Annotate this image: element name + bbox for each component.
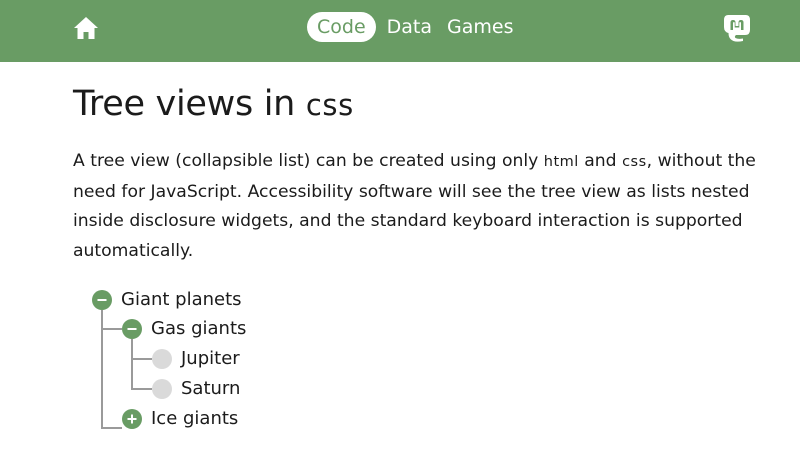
plus-icon <box>127 414 137 424</box>
page-title-text: Tree views in <box>73 84 306 124</box>
tree-label-ice-giants[interactable]: Ice giants <box>151 407 238 431</box>
nav-item-data[interactable]: Data <box>377 12 436 42</box>
tree-toggle-giant-planets[interactable] <box>92 290 112 310</box>
tree-line-gas-vertical <box>131 339 133 389</box>
intro-html-abbr: html <box>543 154 579 170</box>
home-link[interactable] <box>72 14 100 42</box>
tree-label-jupiter: Jupiter <box>181 348 240 369</box>
nav-item-code[interactable]: Code <box>307 12 376 42</box>
minus-icon <box>127 328 137 330</box>
page-title-css-smallcaps: css <box>305 88 354 122</box>
tree-label-gas-giants[interactable]: Gas giants <box>151 317 246 341</box>
page-title: Tree views in css <box>73 84 354 124</box>
mastodon-icon <box>724 15 750 42</box>
tree-label-saturn: Saturn <box>181 378 241 399</box>
nav-item-games[interactable]: Games <box>437 12 523 42</box>
main-nav: Code Data Games <box>307 12 524 42</box>
tree-toggle-ice-giants[interactable] <box>122 409 142 429</box>
intro-text-2: and <box>578 151 623 171</box>
top-nav-bar: Code Data Games <box>0 0 800 62</box>
intro-text-1: A tree view (collapsible list) can be cr… <box>73 151 544 171</box>
tree-line-ice-horizontal <box>101 427 122 429</box>
intro-paragraph: A tree view (collapsible list) can be cr… <box>73 147 763 266</box>
tree-line-gas-horizontal <box>101 328 122 330</box>
minus-icon <box>97 299 107 301</box>
mastodon-link[interactable] <box>722 12 752 42</box>
tree-leaf-marker-saturn <box>152 379 172 399</box>
home-icon <box>74 17 98 39</box>
tree-label-giant-planets[interactable]: Giant planets <box>121 288 242 312</box>
tree-leaf-marker-jupiter <box>152 349 172 369</box>
tree-line-saturn-horizontal <box>131 388 152 390</box>
intro-css-abbr: css <box>622 154 647 170</box>
tree-toggle-gas-giants[interactable] <box>122 319 142 339</box>
tree-line-jupiter-horizontal <box>131 358 152 360</box>
